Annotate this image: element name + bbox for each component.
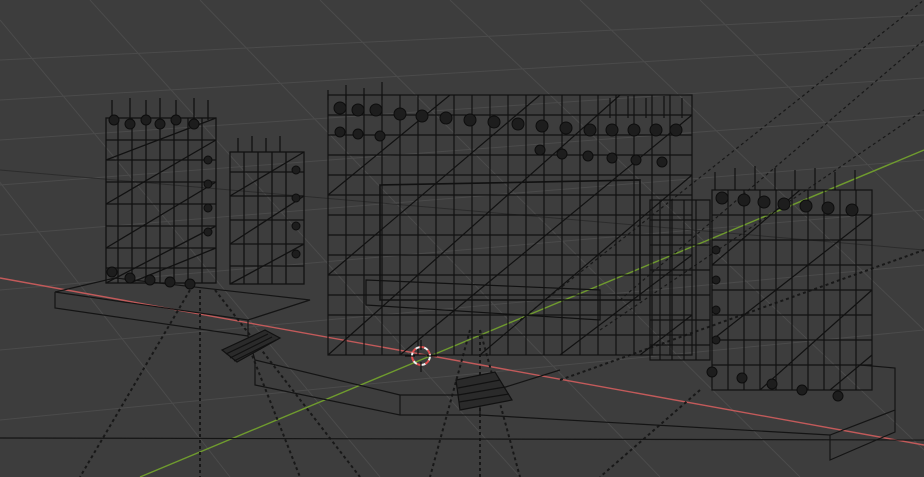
3d-viewport[interactable] xyxy=(0,0,924,477)
